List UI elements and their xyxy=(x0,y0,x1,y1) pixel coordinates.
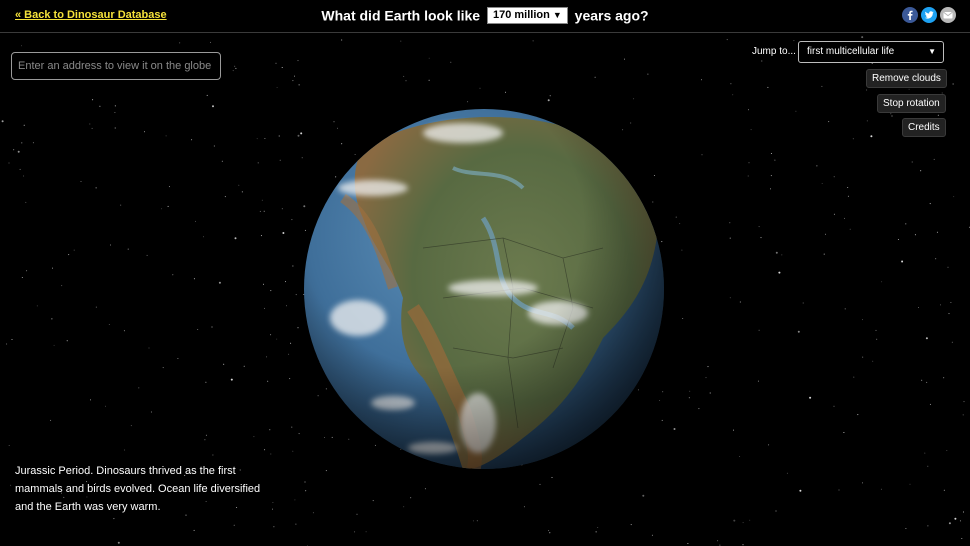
earth-globe[interactable] xyxy=(303,108,665,470)
facebook-icon[interactable] xyxy=(902,7,918,23)
credits-button[interactable]: Credits xyxy=(902,118,946,137)
address-search-input[interactable] xyxy=(11,52,221,80)
email-icon[interactable] xyxy=(940,7,956,23)
chevron-down-icon: ▼ xyxy=(928,47,936,56)
jump-to-label: Jump to... xyxy=(752,46,796,57)
remove-clouds-button[interactable]: Remove clouds xyxy=(866,69,947,88)
page: « Back to Dinosaur Database What did Ear… xyxy=(0,0,970,546)
title-suffix: years ago? xyxy=(574,7,649,24)
stop-rotation-button[interactable]: Stop rotation xyxy=(877,94,946,113)
page-title: What did Earth look like 170 million ▼ ye… xyxy=(0,6,970,24)
chevron-down-icon: ▼ xyxy=(552,9,562,20)
jump-to-value: first multicellular life xyxy=(807,46,895,57)
title-prefix: What did Earth look like xyxy=(321,7,481,24)
years-ago-value: 170 million xyxy=(492,8,550,21)
jump-to-select[interactable]: first multicellular life ▼ xyxy=(798,41,944,63)
years-ago-select[interactable]: 170 million ▼ xyxy=(486,6,568,24)
twitter-icon[interactable] xyxy=(921,7,937,23)
period-description: Jurassic Period. Dinosaurs thrived as th… xyxy=(15,465,261,513)
top-bar: « Back to Dinosaur Database What did Ear… xyxy=(0,0,970,33)
